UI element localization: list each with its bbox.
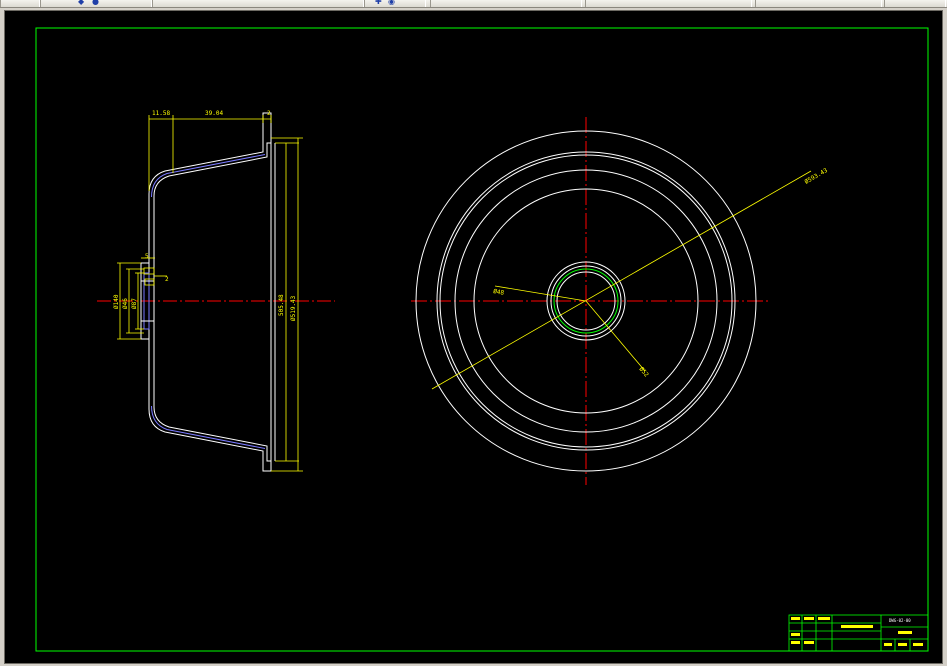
- section-inner-profile: [153, 142, 271, 462]
- section-view: 11.58 39.04 2 505.48 Ø519.43 5 2 Ø140 Ø4…: [97, 110, 335, 472]
- toolbar-segment[interactable]: [0, 0, 40, 7]
- dim-hub-left-1: Ø140: [113, 294, 120, 309]
- plan-view: Ø593.43 Ø48 Ø52: [411, 117, 829, 485]
- section-outer-profile: [148, 112, 272, 472]
- linetype-dropdown[interactable]: [585, 0, 752, 7]
- dim-hub-left-3: Ø87: [131, 298, 138, 309]
- dim-hub-inner: Ø52: [637, 366, 650, 379]
- drawing-number: DWG-02-00: [889, 618, 911, 623]
- toolbar-segment[interactable]: [364, 0, 426, 7]
- drawing-viewport[interactable]: 11.58 39.04 2 505.48 Ø519.43 5 2 Ø140 Ø4…: [4, 10, 943, 664]
- toolbar: ◆ ● ✚ ◉: [0, 0, 947, 8]
- dim-hub-diameter: Ø48: [493, 288, 505, 297]
- dim-inner-height: 505.48: [278, 294, 285, 316]
- open-icon[interactable]: ◆: [78, 0, 84, 6]
- lineweight-dropdown[interactable]: [755, 0, 882, 7]
- sheet-frame: [35, 27, 929, 652]
- save-icon[interactable]: ●: [92, 0, 99, 6]
- color-dropdown[interactable]: [884, 0, 946, 7]
- plan-dimensions: [431, 170, 812, 390]
- dim-top-left: 11.58: [152, 110, 170, 117]
- zoom-icon[interactable]: ◉: [388, 0, 395, 6]
- dim-top-right: 2: [267, 110, 271, 117]
- dim-hub-small: 5: [145, 253, 149, 260]
- pan-icon[interactable]: ✚: [375, 0, 382, 6]
- dim-hub-right: 2: [165, 276, 169, 283]
- dim-outer-diameter: Ø593.43: [804, 167, 830, 186]
- cad-drawing: 11.58 39.04 2 505.48 Ø519.43 5 2 Ø140 Ø4…: [35, 27, 929, 652]
- dim-hub-left-2: Ø46: [122, 298, 129, 309]
- dim-top-mid: 39.04: [205, 110, 223, 117]
- layer-dropdown[interactable]: [430, 0, 582, 7]
- dim-outer-height: Ø519.43: [290, 295, 297, 321]
- toolbar-segment[interactable]: [152, 0, 364, 7]
